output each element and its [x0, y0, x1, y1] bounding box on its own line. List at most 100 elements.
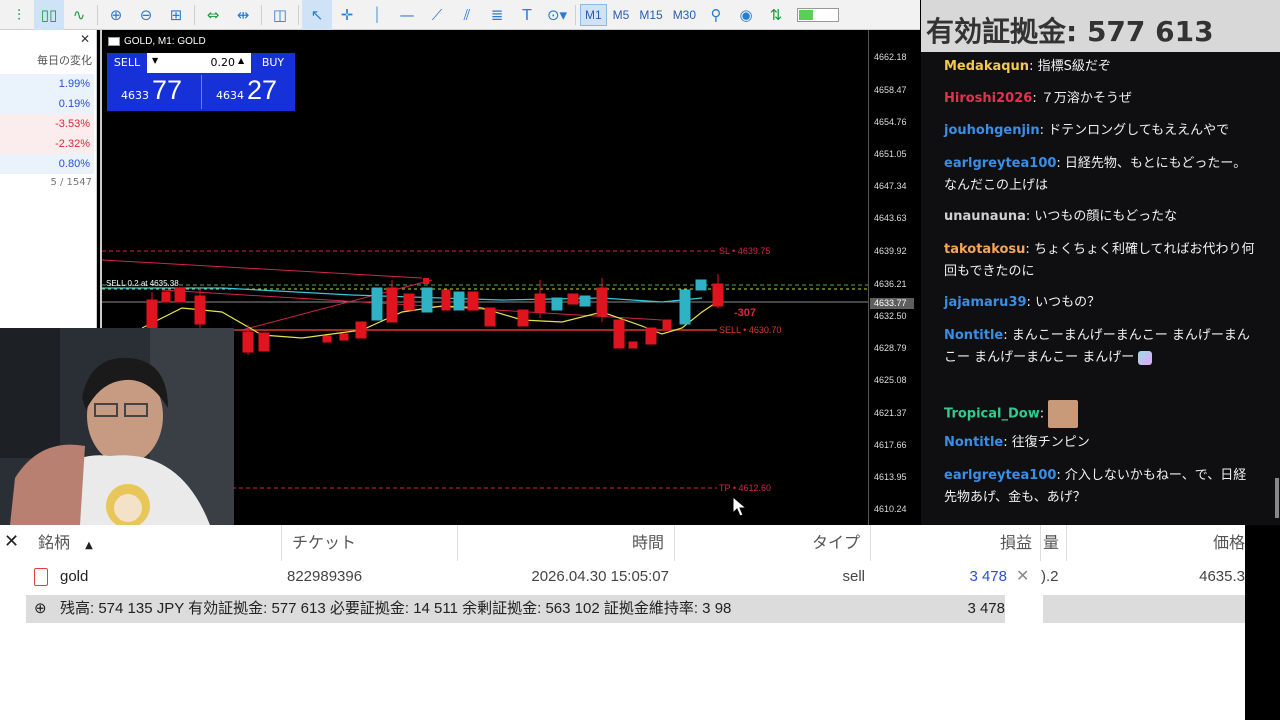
chart-shift-icon[interactable]: ⇹ — [228, 0, 258, 30]
chat-username[interactable]: jajamaru39 — [944, 295, 1027, 310]
daily-change-cell[interactable]: 1.99% — [0, 74, 94, 94]
chart-title: GOLD, M1: GOLD — [108, 36, 206, 47]
daily-change-cell[interactable]: -3.53% — [0, 114, 94, 134]
chat-message: takotakosu: ちょくちょく利確してればお代わり何回もできたのに — [944, 242, 1255, 279]
buy-price-prefix: 4634 — [216, 89, 244, 102]
column-header-time[interactable]: 時間 — [458, 525, 675, 561]
daily-change-header: 毎日の変化 — [37, 54, 92, 67]
market-watch-panel: ✕ 毎日の変化 1.99% 0.19% -3.53% -2.32% 0.80% … — [0, 30, 97, 330]
axis-label: 4643.63 — [874, 213, 907, 223]
shapes-icon[interactable]: ⊙▾ — [542, 0, 572, 30]
trendline-icon[interactable]: ⟋ — [422, 0, 452, 30]
algo-trading-icon[interactable]: ⇅ — [761, 0, 791, 30]
timeframe-m15[interactable]: M15 — [635, 4, 666, 26]
position-time: 2026.04.30 15:05:07 — [531, 568, 669, 585]
chat-username[interactable]: Nontitle — [944, 435, 1003, 450]
connection-bar — [797, 7, 840, 22]
axis-label: 4636.21 — [874, 279, 907, 289]
daily-change-cell[interactable]: -2.32% — [0, 134, 94, 154]
daily-change-cell[interactable]: 0.80% — [0, 154, 94, 174]
buy-price[interactable]: 4634 27 — [216, 75, 277, 106]
bar-chart-icon[interactable]: ⫶ — [4, 0, 34, 30]
one-click-row: SELL ▼ 0.20 ▲ BUY — [107, 53, 295, 73]
cursor-icon[interactable]: ↖ — [302, 0, 332, 30]
column-header-price[interactable]: 価格 — [1067, 525, 1245, 561]
timeframe-m30[interactable]: M30 — [669, 4, 700, 26]
autoscroll-icon[interactable]: ⇔ — [198, 0, 228, 30]
chat-username[interactable]: earlgreytea100 — [944, 468, 1056, 483]
column-header-ticket[interactable]: チケット — [282, 525, 458, 561]
close-icon[interactable]: ✕ — [4, 531, 19, 552]
position-volume: ).2 — [1041, 568, 1059, 585]
column-header-symbol[interactable]: 銘柄 ▲ — [26, 525, 282, 561]
pnl-label: -307 — [734, 307, 757, 319]
grid-icon[interactable]: ⊞ — [161, 0, 191, 30]
axis-label: 4610.24 — [874, 504, 907, 514]
chat-username[interactable]: Hiroshi2026 — [944, 91, 1032, 106]
close-icon[interactable]: ✕ — [80, 32, 90, 46]
sl-level-label: SL • 4639.75 — [719, 246, 771, 256]
chat-text: 往復チンピン — [1011, 435, 1090, 450]
symbol-count: 5 / 1547 — [50, 177, 92, 188]
axis-label: 4658.47 — [874, 85, 907, 95]
tp-level-label: TP • 4612.60 — [719, 483, 772, 493]
volume-input[interactable]: 0.20 — [177, 53, 236, 73]
chat-username[interactable]: Tropical_Dow — [944, 407, 1040, 422]
vertical-line-icon[interactable]: ⏐ — [362, 0, 392, 30]
fibonacci-icon[interactable]: ≣ — [482, 0, 512, 30]
expand-icon[interactable]: ⊕ — [34, 595, 47, 623]
chat-text: 指標S級だぞ — [1037, 59, 1111, 74]
column-header-volume[interactable]: 量 — [1041, 525, 1067, 561]
column-header-profit[interactable]: 損益 — [871, 525, 1041, 561]
crosshair-icon[interactable]: ✛ — [332, 0, 362, 30]
position-profit: 3 478 — [969, 568, 1007, 585]
sort-asc-icon: ▲ — [85, 540, 93, 551]
chat-username[interactable]: earlgreytea100 — [944, 156, 1056, 171]
chat-scrollbar[interactable] — [1275, 478, 1279, 518]
flag-icon — [108, 37, 120, 46]
chart-toolbar: ⫶ ▯▯ ∿ ⊕ ⊖ ⊞ ⇔ ⇹ ◫ ↖ ✛ ⏐ — ⟋ ⫽ ≣ T ⊙▾ M1… — [0, 0, 920, 30]
streamer-video — [0, 328, 234, 525]
column-header-type[interactable]: タイプ — [675, 525, 871, 561]
account-summary: ⊕ 残高: 574 135 JPY 有効証拠金: 577 613 必要証拠金: … — [26, 595, 1245, 623]
price-axis[interactable]: 4662.18 4658.47 4654.76 4651.05 4647.34 … — [868, 30, 920, 525]
chat-username[interactable]: takotakosu — [944, 242, 1025, 257]
search-icon[interactable]: ⚲ — [701, 0, 731, 30]
side-margin — [1245, 525, 1280, 720]
price-divider — [201, 75, 202, 109]
chat-text: いつもの？ — [1035, 295, 1101, 310]
chat-username[interactable]: jouhohgenjin — [944, 123, 1040, 138]
volume-down-icon[interactable]: ▼ — [152, 56, 158, 65]
timeframe-m1[interactable]: M1 — [580, 3, 607, 26]
position-symbol: gold — [60, 568, 89, 585]
zoom-in-icon[interactable]: ⊕ — [101, 0, 131, 30]
text-icon[interactable]: T — [512, 0, 542, 30]
chat-username[interactable]: Nontitle — [944, 328, 1003, 343]
sell-button[interactable]: SELL — [107, 53, 147, 73]
chat-username[interactable]: Medakaqun — [944, 59, 1029, 74]
channel-icon[interactable]: ⫽ — [452, 0, 482, 30]
sell-price[interactable]: 4633 77 — [121, 75, 182, 106]
account-icon[interactable]: ◉ — [731, 0, 761, 30]
timeframe-m5[interactable]: M5 — [609, 4, 634, 26]
screenshot-icon[interactable]: ◫ — [265, 0, 295, 30]
one-click-trading: SELL ▼ 0.20 ▲ BUY 4633 77 4634 27 — [107, 53, 295, 111]
chart-title-text: GOLD, M1: GOLD — [124, 36, 206, 47]
chat-message: unaunauna: いつもの顔にもどったな — [944, 209, 1178, 224]
close-position-icon[interactable]: ✕ — [1016, 561, 1036, 593]
position-row[interactable]: gold 822989396 2026.04.30 15:05:07 sell … — [0, 561, 1245, 593]
buy-price-pips: 27 — [247, 75, 278, 105]
line-chart-icon[interactable]: ∿ — [64, 0, 94, 30]
equity-overlay: 有効証拠金: 577 613 — [921, 0, 1280, 52]
buy-button[interactable]: BUY — [251, 53, 295, 73]
candlestick-icon[interactable]: ▯▯ — [34, 0, 64, 30]
chat-message: Nontitle: 往復チンピン — [944, 435, 1090, 450]
screen: { "toolbar": { "timeframes": ["M1", "M5"… — [0, 0, 1280, 720]
positions-panel: ✕ 銘柄 ▲ チケット 時間 タイプ 損益 量 価格 gold 82298939… — [0, 525, 1280, 720]
volume-up-icon[interactable]: ▲ — [238, 56, 244, 65]
daily-change-cell[interactable]: 0.19% — [0, 94, 94, 114]
horizontal-line-icon[interactable]: — — [392, 0, 422, 30]
zoom-out-icon[interactable]: ⊖ — [131, 0, 161, 30]
mouse-cursor-icon — [732, 496, 748, 517]
chat-username[interactable]: unaunauna — [944, 209, 1026, 224]
